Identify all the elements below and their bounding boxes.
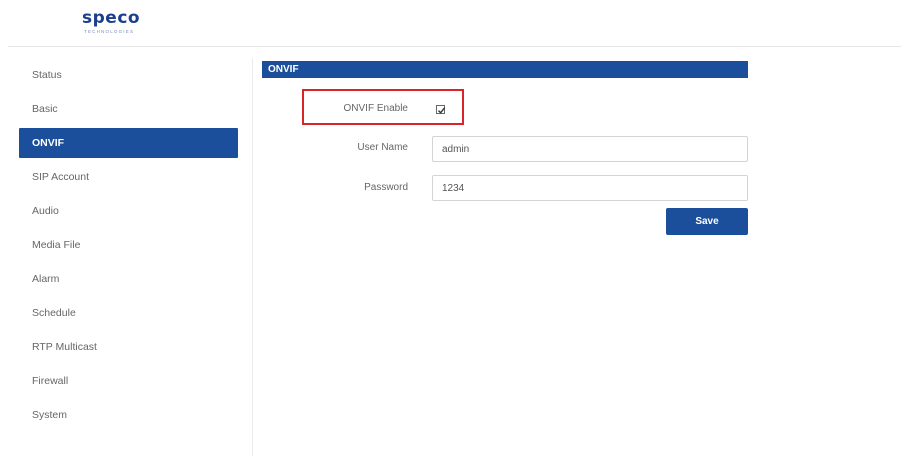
sidebar-divider xyxy=(252,58,253,456)
sidebar-item-sip-account[interactable]: SIP Account xyxy=(19,162,238,192)
speco-logo: speco TECHNOLOGIES xyxy=(82,8,152,38)
sidebar-item-firewall[interactable]: Firewall xyxy=(19,366,238,396)
sidebar-item-status[interactable]: Status xyxy=(19,60,238,90)
sidebar-item-basic[interactable]: Basic xyxy=(19,94,238,124)
password-label: Password xyxy=(364,182,408,193)
logo-tagline: TECHNOLOGIES xyxy=(84,29,135,34)
password-input[interactable] xyxy=(432,175,748,201)
sidebar-nav: Status Basic ONVIF SIP Account Audio Med… xyxy=(0,58,250,456)
logo-brand-text: speco xyxy=(82,8,141,28)
onvif-enable-label: ONVIF Enable xyxy=(343,103,408,114)
sidebar-item-schedule[interactable]: Schedule xyxy=(19,298,238,328)
sidebar-item-audio[interactable]: Audio xyxy=(19,196,238,226)
save-button[interactable]: Save xyxy=(666,208,748,235)
username-label: User Name xyxy=(357,142,408,153)
sidebar-item-rtp-multicast[interactable]: RTP Multicast xyxy=(19,332,238,362)
sidebar-item-system[interactable]: System xyxy=(19,400,238,430)
section-title: ONVIF xyxy=(262,61,748,78)
sidebar-item-onvif[interactable]: ONVIF xyxy=(19,128,238,158)
sidebar-item-alarm[interactable]: Alarm xyxy=(19,264,238,294)
username-input[interactable] xyxy=(432,136,748,162)
onvif-enable-checkbox[interactable] xyxy=(436,105,446,114)
header-divider xyxy=(8,46,901,47)
sidebar-item-media-file[interactable]: Media File xyxy=(19,230,238,260)
header: speco TECHNOLOGIES xyxy=(0,0,901,47)
checkmark-icon xyxy=(438,107,446,114)
